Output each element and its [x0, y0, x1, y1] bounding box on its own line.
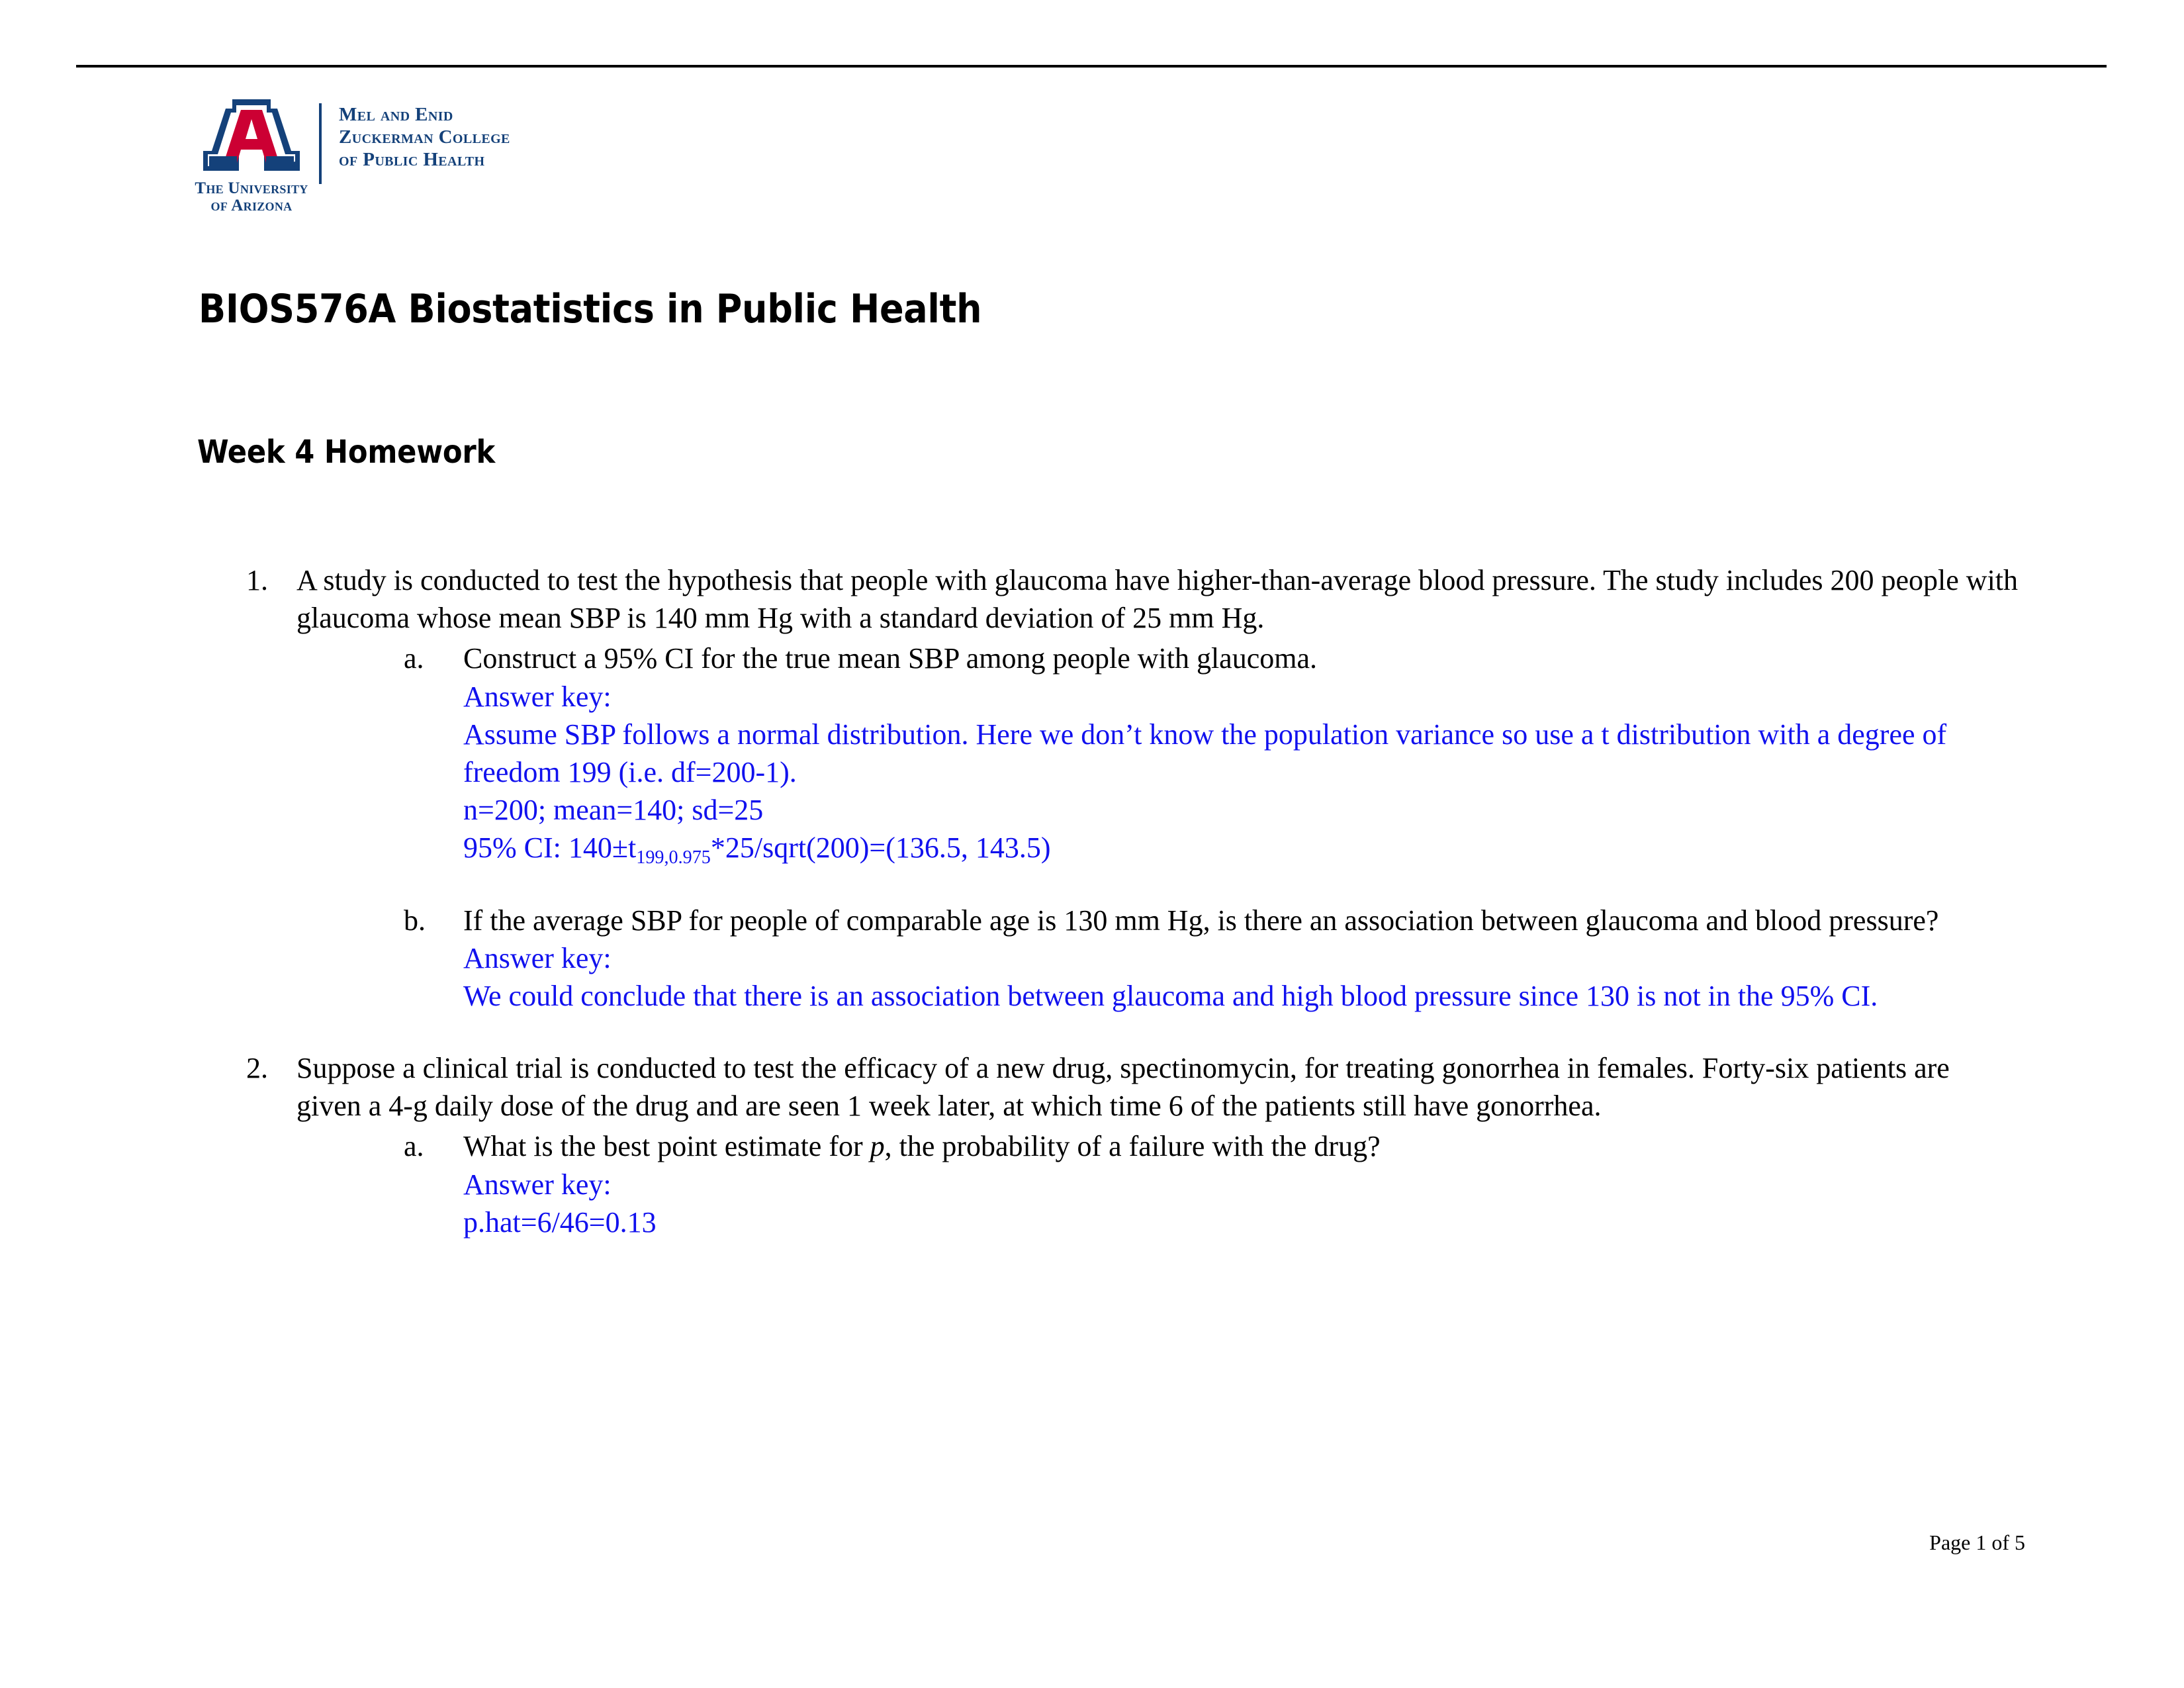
page-subtitle: Week 4 Homework — [197, 434, 496, 471]
answer-key-line: Assume SBP follows a normal distribution… — [463, 718, 1947, 788]
question-subparts: a. What is the best point estimate for p… — [296, 1127, 2019, 1241]
logo-college-line-3: of Public Health — [339, 149, 485, 171]
header-divider-rule — [76, 65, 2107, 68]
logo-college-line-2: Zuckerman College — [339, 126, 510, 148]
logo-college-name: Mel and Enid Zuckerman College of Public… — [339, 99, 510, 171]
subpart-letter: a. — [404, 1130, 424, 1163]
university-logo: The University of Arizona Mel and Enid Z… — [195, 99, 510, 214]
subpart-text-italic: p — [870, 1130, 885, 1163]
question-text: Suppose a clinical trial is conducted to… — [296, 1052, 1950, 1123]
logo-university-line-1: The University — [195, 179, 308, 197]
subpart-text: What is the best point estimate for p, t… — [463, 1127, 1959, 1165]
question-number: 2. — [246, 1052, 268, 1085]
logo-mark: The University of Arizona — [195, 99, 308, 214]
document-page: The University of Arizona Mel and Enid Z… — [0, 0, 2184, 1688]
homework-body: 1. A study is conducted to test the hypo… — [0, 561, 2184, 1241]
answer-key-label: Answer key: — [463, 680, 612, 713]
answer-key-block: Answer key: We could conclude that there… — [463, 939, 1959, 1015]
formula-subscript: 199,0.975 — [636, 847, 711, 868]
logo-college-line-1: Mel and Enid — [339, 104, 453, 125]
answer-key-line: n=200; mean=140; sd=25 — [463, 794, 764, 827]
answer-key-line: We could conclude that there is an assoc… — [463, 979, 1878, 1012]
block-a-icon — [203, 99, 300, 177]
answer-key-line: p.hat=6/46=0.13 — [463, 1205, 657, 1239]
subpart-text: Construct a 95% CI for the true mean SBP… — [463, 642, 1317, 675]
logo-university-name: The University of Arizona — [195, 180, 308, 214]
page-title: BIOS576A Biostatistics in Public Health — [199, 286, 982, 332]
logo-university-line-2: of Arizona — [210, 196, 293, 214]
formula-prefix: 95% CI: 140±t — [463, 831, 637, 865]
subpart-item: b. If the average SBP for people of comp… — [404, 902, 2019, 1015]
subpart-text-after: , the probability of a failure with the … — [884, 1130, 1381, 1163]
answer-key-label: Answer key: — [463, 1168, 612, 1201]
answer-key-formula: 95% CI: 140±t199,0.975*25/sqrt(200)=(136… — [463, 829, 1959, 868]
subpart-letter: b. — [404, 904, 426, 937]
formula-suffix: *25/sqrt(200)=(136.5, 143.5) — [710, 831, 1051, 865]
answer-key-label: Answer key: — [463, 941, 612, 974]
subpart-text: If the average SBP for people of compara… — [463, 904, 1939, 937]
footer-page-number: Page 1 of 5 — [1929, 1530, 2025, 1554]
question-number: 1. — [246, 564, 268, 596]
answer-key-block: Answer key: p.hat=6/46=0.13 — [463, 1166, 1959, 1241]
question-item: 1. A study is conducted to test the hypo… — [0, 561, 2184, 1015]
subpart-item: a. Construct a 95% CI for the true mean … — [404, 639, 2019, 868]
logo-vertical-divider — [319, 103, 322, 184]
subpart-text-before: What is the best point estimate for — [463, 1130, 870, 1163]
question-subparts: a. Construct a 95% CI for the true mean … — [296, 639, 2019, 1015]
question-item: 2. Suppose a clinical trial is conducted… — [0, 1049, 2184, 1241]
answer-key-block: Answer key: Assume SBP follows a normal … — [463, 678, 1959, 868]
subpart-item: a. What is the best point estimate for p… — [404, 1127, 2019, 1241]
subpart-letter: a. — [404, 642, 424, 675]
question-text: A study is conducted to test the hypothe… — [296, 564, 2019, 635]
